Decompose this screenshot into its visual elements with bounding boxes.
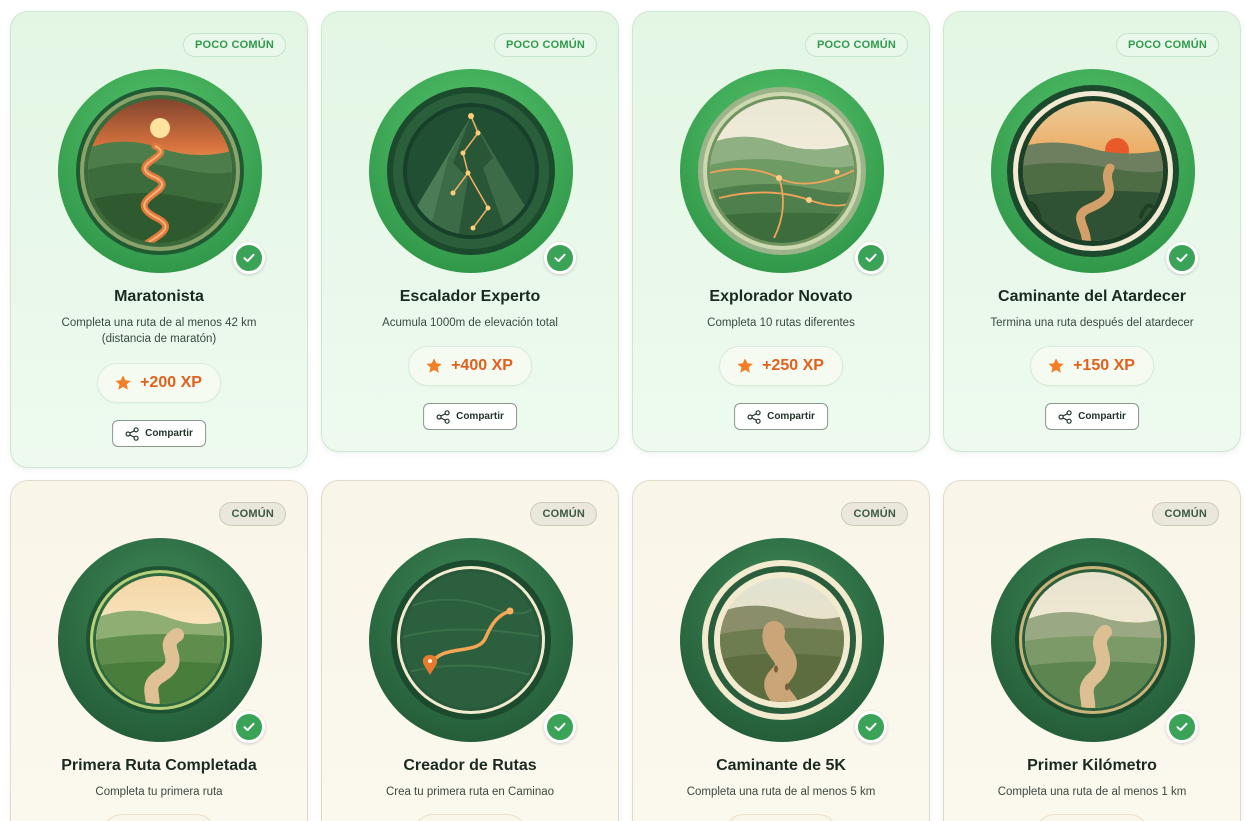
rarity-badge: COMÚN [530,502,597,526]
achievement-description: Completa 10 rutas diferentes [707,317,855,329]
achievement-card-creador-de-rutas[interactable]: COMÚN Creador de Rutas Crea tu primera r… [321,480,619,821]
rarity-badge: POCO COMÚN [805,33,908,57]
rarity-badge: POCO COMÚN [183,33,286,57]
achievement-description: Completa una ruta de al menos 5 km [686,786,876,798]
achievement-description: Completa una ruta de al menos 42 km (dis… [61,317,257,345]
share-icon [1058,409,1072,424]
achievement-title: Maratonista [114,288,204,305]
achievement-title: Explorador Novato [709,288,853,305]
achievement-card-explorador-novato[interactable]: POCO COMÚN Explorador Novato Completa 10… [632,11,930,452]
rarity-badge: COMÚN [841,502,908,526]
achievement-title: Creador de Rutas [403,757,537,774]
star-icon [737,358,753,373]
achievement-description: Acumula 1000m de elevación total [382,317,558,329]
share-icon [436,409,450,424]
share-button[interactable]: Compartir [423,403,517,430]
achievement-card-primera-ruta-completada[interactable]: COMÚN Primera Ruta Completada Completa t… [10,480,308,821]
xp-reward [102,814,216,821]
share-button[interactable]: Compartir [1045,403,1139,430]
completed-check-icon [544,711,576,743]
completed-check-icon [855,711,887,743]
completed-check-icon [1166,242,1198,274]
share-label: Compartir [767,411,815,422]
xp-reward: +400 XP [408,346,532,386]
share-label: Compartir [456,411,504,422]
achievement-description: Termina una ruta después del atardecer [990,317,1194,329]
achievement-card-caminante-de-5k[interactable]: COMÚN Caminante de 5K Completa una ruta … [632,480,930,821]
star-icon [115,375,131,390]
achievement-description: Completa una ruta de al menos 1 km [997,786,1187,798]
share-icon [125,426,139,441]
achievement-title: Caminante del Atardecer [998,288,1186,305]
share-button[interactable]: Compartir [734,403,828,430]
mountain-climb-medal-icon [369,69,573,273]
xp-reward: +200 XP [97,363,221,403]
rarity-badge: POCO COMÚN [1116,33,1219,57]
achievements-grid: POCO COMÚN Maratonista Completa una ruta… [0,0,1246,821]
xp-reward: +150 XP [1030,346,1154,386]
first-kilometer-medal-icon [991,538,1195,742]
sunset-walker-medal-icon [991,69,1195,273]
xp-reward [724,814,838,821]
completed-check-icon [855,242,887,274]
five-k-medal-icon [680,538,884,742]
share-button[interactable]: Compartir [112,420,206,447]
explorer-paths-medal-icon [680,69,884,273]
rarity-badge: COMÚN [219,502,286,526]
star-icon [426,358,442,373]
achievement-card-primer-kilometro[interactable]: COMÚN Primer Kilómetro Completa una ruta… [943,480,1241,821]
rarity-badge: POCO COMÚN [494,33,597,57]
share-label: Compartir [1078,411,1126,422]
route-creator-medal-icon [369,538,573,742]
share-label: Compartir [145,428,193,439]
achievement-title: Primera Ruta Completada [61,757,257,774]
achievement-description: Crea tu primera ruta en Caminao [385,786,555,798]
achievement-title: Primer Kilómetro [1027,757,1157,774]
xp-value: +150 XP [1073,357,1135,374]
xp-reward [1035,814,1149,821]
achievement-card-escalador-experto[interactable]: POCO COMÚN Escalador Experto Acumula 100… [321,11,619,452]
xp-reward [413,814,527,821]
xp-value: +200 XP [140,374,202,391]
completed-check-icon [1166,711,1198,743]
xp-reward: +250 XP [719,346,843,386]
first-route-medal-icon [58,538,262,742]
rarity-badge: COMÚN [1152,502,1219,526]
achievement-title: Escalador Experto [399,288,541,305]
achievement-title: Caminante de 5K [716,757,846,774]
completed-check-icon [233,242,265,274]
star-icon [1048,358,1064,373]
achievement-card-caminante-del-atardecer[interactable]: POCO COMÚN Caminante del Atardecer Termi… [943,11,1241,452]
achievement-description: Completa tu primera ruta [95,786,223,798]
marathon-trail-medal-icon [58,69,262,273]
xp-value: +250 XP [762,357,824,374]
completed-check-icon [233,711,265,743]
xp-value: +400 XP [451,357,513,374]
achievement-card-maratonista[interactable]: POCO COMÚN Maratonista Completa una ruta… [10,11,308,468]
completed-check-icon [544,242,576,274]
share-icon [747,409,761,424]
